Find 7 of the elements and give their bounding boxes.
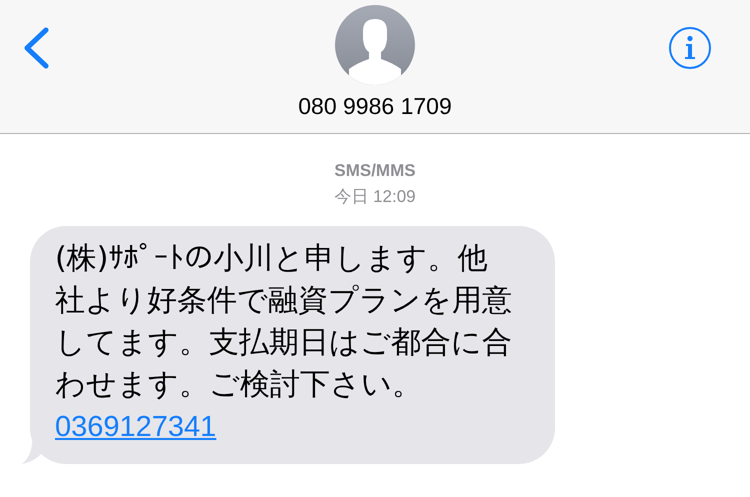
info-icon[interactable] xyxy=(668,26,712,70)
contact-number[interactable]: 080 9986 1709 xyxy=(298,93,452,120)
timestamp: 今日 12:09 xyxy=(334,186,416,208)
service-label: SMS/MMS xyxy=(334,160,416,182)
message-text: (株)ｻﾎﾟｰﾄの小川と申します。他社より好条件で融資プランを用意してます。支払期日はご都合に合わせます。ご検討下さい。 xyxy=(55,240,513,404)
back-icon[interactable] xyxy=(22,27,50,69)
avatar-icon[interactable] xyxy=(335,5,415,85)
